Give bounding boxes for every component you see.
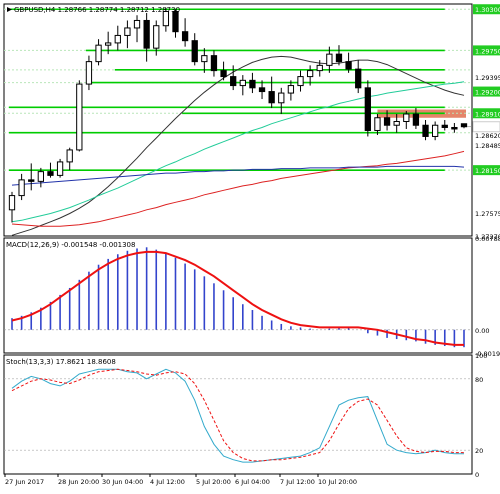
x-tick-label: 7 Jul 12:00 — [280, 478, 315, 486]
candle-body — [326, 53, 333, 66]
candle-body — [181, 31, 189, 42]
x-tick-label: 5 Jul 20:00 — [196, 478, 231, 486]
candle-body — [47, 171, 54, 176]
candle-body — [258, 87, 266, 93]
price-tick-label: 1.28620 — [475, 132, 500, 140]
candle-body — [335, 53, 343, 63]
macd-tick-label: 0.00 — [475, 327, 489, 335]
price-tick-label: 1.30300 — [475, 6, 500, 14]
candle-body — [297, 76, 304, 87]
price-tick-label: 1.28150 — [475, 167, 500, 175]
candle-body — [56, 161, 64, 176]
candle-body — [422, 124, 429, 137]
price-tick-label: 1.29200 — [475, 89, 500, 97]
stoch-tick-label: 20 — [475, 447, 483, 455]
candle-body — [364, 87, 371, 131]
candle-body — [37, 171, 44, 182]
candle-body — [143, 19, 150, 49]
x-tick-label: 4 Jul 12:00 — [150, 478, 185, 486]
candle-body — [306, 70, 314, 78]
candle-body — [105, 42, 112, 46]
chart-svg[interactable]: 1.30300 1.29750 1.29395 1.29200 1.28910 1.286… — [0, 0, 500, 490]
price-tick-label: 1.29750 — [475, 47, 500, 55]
candle-body — [76, 83, 83, 151]
candle-body — [153, 25, 160, 49]
candle-body — [230, 76, 237, 87]
candle-body — [8, 195, 16, 211]
candle-body — [124, 27, 131, 36]
candle-body — [85, 61, 93, 85]
candle-body — [28, 179, 35, 182]
x-tick-label: 30 Jun 04:00 — [102, 478, 143, 486]
candle-body — [191, 40, 198, 63]
candle-body — [403, 113, 410, 122]
candle-body — [133, 19, 141, 29]
price-tick-label: 1.28910 — [475, 110, 500, 118]
candle-body — [239, 79, 246, 87]
candle-body — [345, 61, 352, 70]
macd-tick-label: 0.007883 — [475, 235, 500, 243]
candle-body — [374, 117, 381, 131]
x-tick-label: 6 Jul 04:00 — [235, 478, 270, 486]
x-tick-label: 27 Jun 2017 — [5, 478, 44, 486]
chart-title: GBPUSD,H4 1.28766 1.28774 1.28712 1.2873… — [14, 6, 180, 14]
candle-body — [18, 179, 25, 197]
stoch-tick-label: 80 — [475, 376, 483, 384]
stoch-tick-label: 100 — [475, 352, 487, 360]
x-tick-label: 10 Jul 20:00 — [318, 478, 357, 486]
candle-body — [114, 34, 121, 44]
x-tick-label: 28 Jun 20:00 — [58, 478, 99, 486]
price-tick-label: 1.28485 — [475, 142, 500, 150]
candle-body — [441, 124, 448, 128]
candle-body — [268, 91, 275, 104]
panel-frame-0 — [3, 3, 473, 237]
candle-body — [249, 79, 256, 89]
candle-body — [201, 55, 208, 63]
candle-body — [172, 10, 179, 33]
stoch-tick-label: 0 — [475, 471, 479, 479]
candle-body — [355, 68, 362, 89]
trading-chart[interactable]: 1.30300 1.29750 1.29395 1.29200 1.28910 1.286… — [0, 0, 500, 490]
candle-body — [210, 55, 218, 72]
candle-body — [66, 149, 73, 163]
price-tick-label: 1.27575 — [475, 210, 500, 218]
candle-body — [278, 92, 285, 104]
candle-body — [316, 64, 323, 72]
candle-body — [220, 70, 227, 78]
current-price-tag — [472, 121, 500, 133]
candle-body — [383, 117, 391, 126]
candle-body — [432, 124, 439, 137]
candle-body — [393, 120, 400, 126]
panel-frame-2 — [3, 354, 473, 475]
candle-body — [287, 85, 295, 94]
macd-title: MACD(12,26,9) -0.001548 -0.001308 — [6, 241, 135, 249]
candle-body — [95, 44, 102, 63]
stoch-title: Stoch(13,3,3) 17.8621 18.8608 — [6, 358, 116, 366]
price-tick-label: 1.29395 — [475, 74, 500, 82]
candle-body — [460, 123, 468, 128]
candle-body — [412, 113, 420, 126]
candle-body — [451, 126, 458, 130]
